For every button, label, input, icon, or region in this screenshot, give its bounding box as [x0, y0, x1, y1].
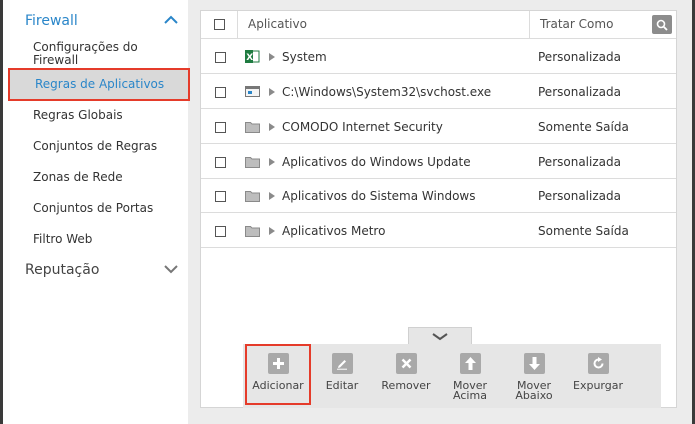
- arrow-up-icon: [459, 353, 481, 374]
- folder-icon: [245, 226, 260, 237]
- sidebar: Firewall Configurações do Firewall Regra…: [3, 0, 190, 424]
- sidebar-item-label: Zonas de Rede: [33, 170, 123, 184]
- action-toolbar: Adicionar Editar Remover Mover Acima Mov…: [243, 344, 661, 408]
- row-treat-as: Somente Saída: [538, 120, 629, 134]
- sidebar-section-label: Reputação: [25, 262, 100, 278]
- add-button[interactable]: Adicionar: [245, 344, 311, 405]
- remove-button[interactable]: Remover: [375, 344, 437, 408]
- chevron-up-icon: [164, 15, 178, 24]
- sidebar-item-network-zones[interactable]: Zonas de Rede: [33, 171, 183, 184]
- sidebar-section-firewall[interactable]: Firewall: [3, 6, 188, 36]
- toolbar-collapse-tab[interactable]: [408, 327, 472, 345]
- refresh-icon: [587, 353, 609, 374]
- app-window: Firewall Configurações do Firewall Regra…: [3, 0, 692, 424]
- row-app-name: System: [282, 50, 327, 64]
- sidebar-item-port-sets[interactable]: Conjuntos de Portas: [33, 202, 183, 215]
- table-row[interactable]: C:\Windows\System32\svchost.exe Personal…: [201, 75, 676, 109]
- table-row[interactable]: COMODO Internet Security Somente Saída: [201, 110, 676, 144]
- sidebar-section-reputation[interactable]: Reputação: [3, 255, 188, 285]
- expand-triangle-icon[interactable]: [269, 192, 275, 200]
- sidebar-item-application-rules[interactable]: Regras de Aplicativos: [8, 68, 190, 101]
- chevron-down-icon: [164, 265, 178, 274]
- edit-button[interactable]: Editar: [311, 344, 373, 408]
- row-treat-as: Personalizada: [538, 189, 621, 203]
- column-header-treat-as[interactable]: Tratar Como: [529, 11, 647, 39]
- move-down-label-line2: Abaixo: [515, 389, 553, 402]
- column-header-application[interactable]: Aplicativo: [237, 11, 529, 39]
- purge-button-label: Expurgar: [573, 379, 623, 392]
- expand-triangle-icon[interactable]: [269, 227, 275, 235]
- row-checkbox[interactable]: [215, 52, 226, 63]
- row-app-name: Aplicativos Metro: [282, 224, 386, 238]
- folder-icon: [245, 191, 260, 202]
- purge-button[interactable]: Expurgar: [567, 344, 629, 408]
- sidebar-item-label: Conjuntos de Regras: [33, 139, 158, 153]
- excel-icon: X: [245, 50, 260, 63]
- table-row[interactable]: X System Personalizada: [201, 40, 676, 74]
- sidebar-item-firewall-settings[interactable]: Configurações do Firewall: [33, 41, 183, 67]
- sidebar-item-web-filter[interactable]: Filtro Web: [33, 233, 183, 246]
- table-header: Aplicativo Tratar Como: [201, 11, 676, 39]
- sidebar-item-label: Regras de Aplicativos: [35, 77, 165, 91]
- row-treat-as: Personalizada: [538, 50, 621, 64]
- expand-triangle-icon[interactable]: [269, 123, 275, 131]
- row-checkbox[interactable]: [215, 122, 226, 133]
- sidebar-item-global-rules[interactable]: Regras Globais: [33, 109, 183, 122]
- move-up-button[interactable]: Mover Acima: [439, 344, 501, 408]
- expand-triangle-icon[interactable]: [269, 158, 275, 166]
- folder-icon: [245, 157, 260, 168]
- search-button[interactable]: [652, 15, 672, 34]
- row-app-name: COMODO Internet Security: [282, 120, 443, 134]
- folder-icon: [245, 122, 260, 133]
- sidebar-item-label: Filtro Web: [33, 232, 93, 246]
- row-treat-as: Personalizada: [538, 85, 621, 99]
- svg-text:X: X: [246, 53, 253, 63]
- remove-button-label: Remover: [381, 379, 431, 392]
- expand-triangle-icon[interactable]: [269, 53, 275, 61]
- move-up-button-label: Mover Acima: [453, 380, 487, 402]
- row-checkbox[interactable]: [215, 191, 226, 202]
- row-checkbox[interactable]: [215, 226, 226, 237]
- row-treat-as: Personalizada: [538, 155, 621, 169]
- row-treat-as: Somente Saída: [538, 224, 629, 238]
- move-down-button[interactable]: Mover Abaixo: [503, 344, 565, 408]
- edit-button-label: Editar: [325, 379, 359, 392]
- add-button-label: Adicionar: [252, 379, 304, 392]
- sidebar-item-rule-sets[interactable]: Conjuntos de Regras: [33, 140, 183, 153]
- search-icon: [656, 19, 668, 31]
- row-checkbox[interactable]: [215, 157, 226, 168]
- expand-triangle-icon[interactable]: [269, 88, 275, 96]
- sidebar-item-label: Configurações do Firewall: [33, 40, 138, 67]
- arrow-down-icon: [523, 353, 545, 374]
- sidebar-item-label: Conjuntos de Portas: [33, 201, 154, 215]
- plus-icon: [267, 353, 289, 374]
- move-down-button-label: Mover Abaixo: [515, 380, 553, 402]
- sidebar-section-label: Firewall: [25, 13, 78, 29]
- move-up-label-line2: Acima: [453, 389, 487, 402]
- select-all-checkbox[interactable]: [214, 19, 225, 30]
- table-row[interactable]: Aplicativos Metro Somente Saída: [201, 214, 676, 248]
- x-icon: [395, 353, 417, 374]
- row-app-name: Aplicativos do Windows Update: [282, 155, 471, 169]
- application-icon: [245, 86, 260, 97]
- table-row[interactable]: Aplicativos do Windows Update Personaliz…: [201, 145, 676, 179]
- sidebar-item-label: Regras Globais: [33, 108, 123, 122]
- table-row[interactable]: Aplicativos do Sistema Windows Personali…: [201, 179, 676, 213]
- chevron-down-icon: [432, 332, 448, 340]
- row-app-name: Aplicativos do Sistema Windows: [282, 189, 476, 203]
- row-checkbox[interactable]: [215, 87, 226, 98]
- pencil-icon: [331, 353, 353, 374]
- row-app-name: C:\Windows\System32\svchost.exe: [282, 85, 492, 99]
